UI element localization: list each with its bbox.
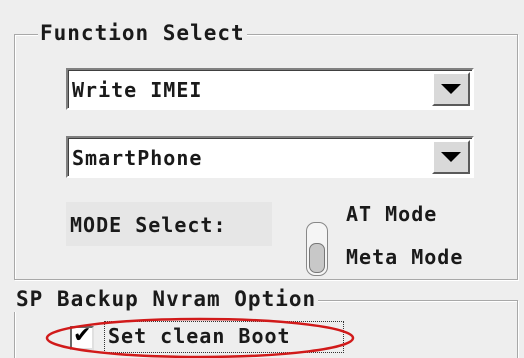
clean-boot-checkbox[interactable]: ✔ xyxy=(70,323,94,350)
mode-select-label: MODE Select: xyxy=(70,213,227,237)
toggle-switch-icon xyxy=(309,243,325,273)
checkmark-icon: ✔ xyxy=(73,323,92,348)
platform-combo-value: SmartPhone xyxy=(72,146,203,170)
function-combo-dropdown-button[interactable] xyxy=(432,72,470,106)
chevron-down-icon xyxy=(441,152,461,162)
platform-combo-dropdown-button[interactable] xyxy=(432,140,470,174)
mode-option-at[interactable]: AT Mode xyxy=(346,201,437,227)
function-combo-value: Write IMEI xyxy=(72,78,203,102)
mode-option-meta[interactable]: Meta Mode xyxy=(346,244,463,270)
clean-boot-label[interactable]: Set clean Boot xyxy=(108,323,291,349)
sp-backup-title: SP Backup Nvram Option xyxy=(14,286,319,312)
function-select-title: Function Select xyxy=(38,20,247,46)
platform-combo[interactable]: SmartPhone xyxy=(66,136,474,178)
chevron-down-icon xyxy=(441,84,461,94)
function-combo[interactable]: Write IMEI xyxy=(66,68,474,110)
mode-toggle-switch[interactable] xyxy=(306,222,328,276)
